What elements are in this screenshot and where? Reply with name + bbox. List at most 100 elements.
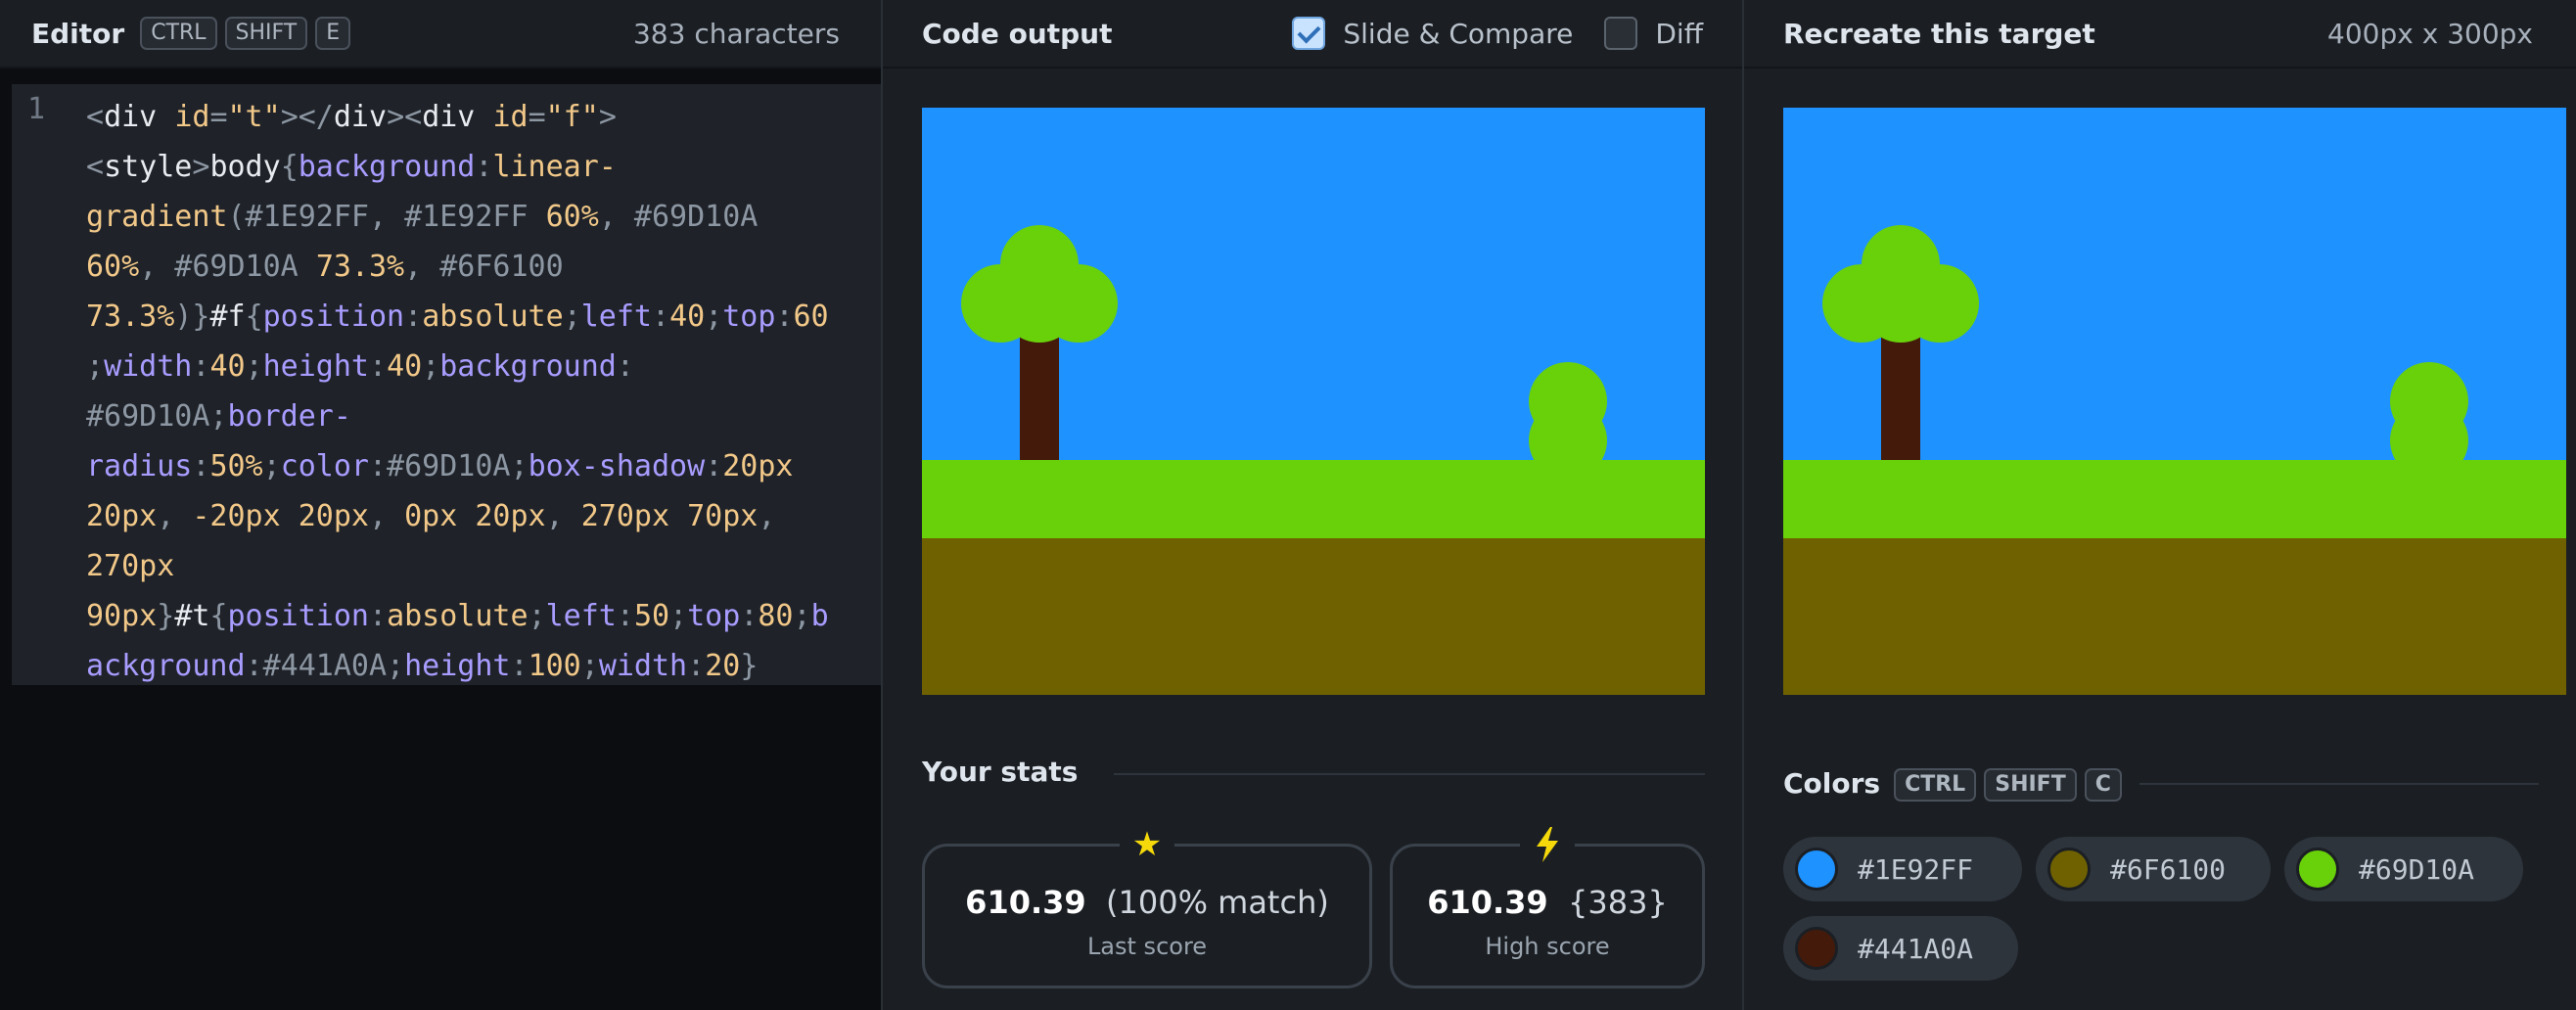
code-token: } [157, 599, 175, 633]
diff-checkbox[interactable] [1604, 17, 1638, 50]
code-line: 73.3%)}#f{position:absolute;left:40;top:… [86, 292, 881, 342]
code-token: -20px 20px [192, 499, 369, 533]
code-token: { [280, 150, 299, 184]
code-editor[interactable]: 1 <div id="t"></div><div id="f"> <style>b… [12, 84, 881, 685]
code-token: : [705, 449, 723, 483]
code-token: : [404, 299, 423, 334]
code-token: , [545, 499, 581, 533]
code-line: radius:50%;color:#69D10A;box-shadow:20px [86, 441, 881, 491]
code-token: id [492, 100, 529, 134]
code-token: position [227, 599, 370, 633]
kbd-e: E [315, 17, 351, 50]
code-token: ; [793, 599, 811, 633]
kbd-ctrl: CTRL [1894, 768, 1977, 802]
code-token: style [104, 150, 193, 184]
last-score-label: Last score [1086, 933, 1208, 960]
color-hex: #69D10A [2359, 852, 2475, 886]
code-line: gradient(#1E92FF, #1E92FF 60%, #69D10A [86, 192, 881, 242]
code-token: width [598, 649, 688, 683]
code-token: border- [227, 399, 351, 434]
code-line: ackground:#441A0A;height:100;width:20} [86, 641, 881, 691]
code-token: left [545, 599, 617, 633]
code-token: 73.3% [86, 299, 175, 334]
lightning-icon [1520, 825, 1575, 864]
code-token: gradient [86, 200, 228, 234]
color-swatch[interactable]: #1E92FF [1783, 837, 2022, 901]
code-token: 100 [528, 649, 581, 683]
dirt [922, 538, 1705, 695]
code-token: ; [262, 449, 281, 483]
code-token: 40 [387, 349, 423, 384]
code-line: <style>body{background:linear- [86, 142, 881, 192]
code-token: background [298, 150, 476, 184]
color-dot [1795, 848, 1838, 891]
code-token: b [810, 599, 829, 633]
color-swatch[interactable]: #69D10A [2284, 837, 2523, 901]
code-token: : [652, 299, 670, 334]
tree-leaf [1862, 264, 1940, 343]
code-token: height [404, 649, 511, 683]
code-token: : [616, 599, 634, 633]
last-score-value: 610.39 [965, 884, 1086, 921]
bush-leaf [1529, 401, 1607, 480]
code-token: #f [209, 299, 246, 334]
line-gutter: 1 [12, 84, 82, 685]
code-token: 0px 20px [404, 499, 546, 533]
color-swatch[interactable]: #441A0A [1783, 916, 2018, 981]
code-token: : [369, 349, 388, 384]
last-score-detail: (100% match) [1106, 884, 1329, 921]
slide-compare-checkbox[interactable] [1292, 17, 1326, 50]
code-text[interactable]: <div id="t"></div><div id="f"> <style>bod… [86, 92, 881, 691]
code-token: div [422, 100, 493, 134]
output-preview[interactable] [922, 108, 1705, 695]
code-token: : [475, 150, 493, 184]
code-token: absolute [422, 299, 564, 334]
target-size: 400px x 300px [2327, 17, 2533, 50]
stats-title: Your stats [922, 756, 1079, 788]
code-token: #t [174, 599, 210, 633]
code-token: 20px [722, 449, 794, 483]
colors-shortcut: CTRL SHIFT C [1886, 765, 2122, 802]
code-token: , [758, 499, 776, 533]
code-token: (#1E92FF, #1E92FF [227, 200, 546, 234]
code-token: 60 [793, 299, 829, 334]
code-token: 90px [86, 599, 158, 633]
colors-title-row: Colors CTRL SHIFT C [1783, 765, 2122, 802]
color-dot [2296, 848, 2339, 891]
code-token: 20px [86, 499, 158, 533]
code-token: ; [86, 349, 105, 384]
code-token: 60% [86, 250, 140, 284]
code-token: , #69D10A [139, 250, 316, 284]
color-hex: #441A0A [1858, 932, 1974, 965]
diff-toggle[interactable]: Diff [1604, 17, 1703, 50]
color-hex: #6F6100 [2110, 852, 2227, 886]
character-count: 383 characters [632, 17, 840, 50]
output-options: Slide & Compare Diff [1292, 17, 1742, 50]
code-line: ;width:40;height:40;background: [86, 342, 881, 391]
code-token: = [209, 100, 228, 134]
editor-header: Editor CTRL SHIFT E 383 characters [0, 0, 881, 69]
bush-leaf [2390, 401, 2468, 480]
code-token: body [209, 150, 281, 184]
target-title: Recreate this target [1783, 17, 2095, 50]
output-title: Code output [922, 17, 1113, 50]
code-token: ></ [280, 100, 334, 134]
code-token: ; [580, 649, 599, 683]
code-token: background [439, 349, 617, 384]
code-token: box-shadow [528, 449, 706, 483]
star-icon: ★ [1120, 825, 1174, 864]
code-token: < [86, 150, 105, 184]
code-token: : [616, 349, 634, 384]
kbd-shift: SHIFT [224, 17, 308, 50]
code-token: : [687, 649, 706, 683]
code-token: , [157, 499, 193, 533]
code-token: : [775, 299, 794, 334]
code-token: 60% [545, 200, 599, 234]
code-token: div [333, 100, 388, 134]
slide-compare-label: Slide & Compare [1343, 17, 1574, 50]
slide-compare-toggle[interactable]: Slide & Compare [1292, 17, 1573, 50]
code-token: 50 [633, 599, 670, 633]
code-token: 270px 70px [580, 499, 759, 533]
code-token: : [510, 649, 529, 683]
color-swatch[interactable]: #6F6100 [2036, 837, 2271, 901]
